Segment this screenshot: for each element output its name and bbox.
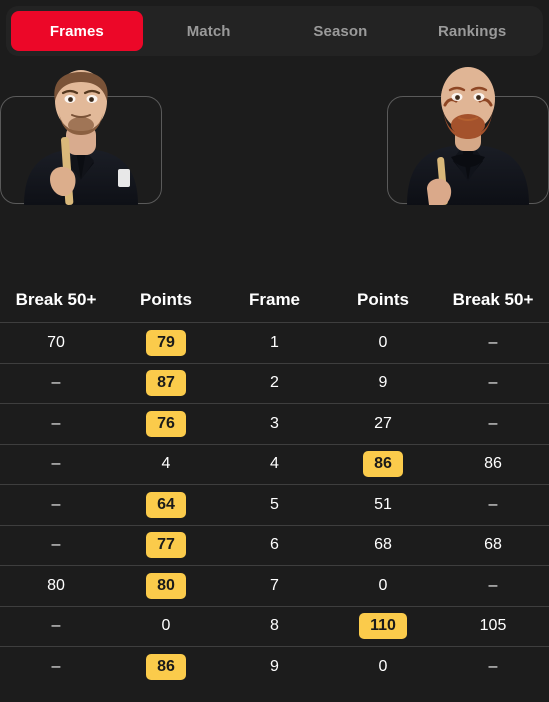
right-points-cell: 9 (378, 374, 388, 392)
left-break-cell: – (51, 617, 61, 635)
frame-number-cell: 2 (270, 374, 279, 392)
frames-table: Break 50+ Points Frame Points Break 50+ 70 79… (0, 278, 549, 687)
right-points-cell: 0 (378, 333, 388, 351)
frame-number-cell: 7 (270, 576, 279, 594)
column-header: Points (357, 290, 409, 309)
column-header: Break 50+ (15, 290, 97, 309)
highlight-badge: 110 (359, 613, 407, 640)
frame-number-cell: 9 (270, 657, 279, 675)
table-row[interactable]: – 86 9 0 – (0, 646, 549, 687)
left-points-cell: 80 (112, 566, 220, 606)
left-break-cell: – (51, 414, 61, 432)
left-points-cell: 0 (161, 617, 171, 635)
left-break-cell: – (51, 455, 61, 473)
left-break-cell: 80 (47, 576, 65, 594)
left-points-cell: 76 (112, 404, 220, 444)
table-row[interactable]: – 0 8 110 105 (0, 605, 549, 647)
highlight-badge: 86 (146, 653, 186, 680)
table-header-row: Break 50+ Points Frame Points Break 50+ (0, 278, 549, 322)
table-row[interactable]: – 64 5 51 – (0, 484, 549, 525)
right-points-cell: 0 (378, 657, 388, 675)
right-points-cell: 0 (378, 576, 388, 594)
left-break-cell: – (51, 374, 61, 392)
highlight-badge: 79 (146, 329, 186, 356)
right-break-cell: – (488, 414, 498, 432)
highlight-badge: 64 (146, 491, 186, 518)
table-row[interactable]: – 76 3 27 – (0, 403, 549, 444)
right-points-cell: 68 (374, 536, 392, 554)
frame-number-cell: 1 (270, 333, 279, 351)
left-break-cell: 70 (47, 333, 65, 351)
tab-match[interactable]: Match (143, 11, 275, 51)
highlight-badge: 80 (146, 572, 186, 599)
right-break-cell: – (488, 657, 498, 675)
left-break-cell: – (51, 536, 61, 554)
right-break-cell: – (488, 374, 498, 392)
highlight-badge: 86 (363, 451, 403, 478)
table-row[interactable]: – 87 2 9 – (0, 362, 549, 404)
column-header: Frame (248, 290, 301, 309)
table-row[interactable]: – 77 6 68 68 (0, 524, 549, 566)
right-points-cell: 27 (374, 414, 392, 432)
left-points-cell: 77 (112, 526, 220, 566)
left-break-cell: – (51, 657, 61, 675)
frame-number-cell: 6 (270, 536, 279, 554)
right-points-cell: 51 (374, 495, 392, 513)
player-photo-left (1, 39, 161, 205)
left-points-cell: 79 (112, 323, 220, 363)
right-break-cell: – (488, 576, 498, 594)
player-card-left[interactable] (0, 70, 162, 205)
frame-number-cell: 5 (270, 495, 279, 513)
frame-number-cell: 8 (270, 617, 279, 635)
left-points-cell: 4 (161, 455, 171, 473)
column-header: Points (140, 290, 192, 309)
left-points-cell: 64 (112, 485, 220, 525)
left-break-cell: – (51, 495, 61, 513)
left-points-cell: 87 (112, 364, 220, 404)
player-photo-right (388, 39, 548, 205)
right-points-cell: 86 (329, 445, 437, 485)
highlight-badge: 77 (146, 532, 186, 559)
left-points-cell: 86 (112, 647, 220, 687)
player-card-right[interactable] (387, 67, 549, 205)
frame-number-cell: 4 (270, 455, 279, 473)
highlight-badge: 87 (146, 370, 186, 397)
right-break-cell: 105 (479, 617, 507, 635)
frame-number-cell: 3 (270, 414, 279, 432)
table-row[interactable]: – 4 4 86 86 (0, 443, 549, 485)
right-break-cell: – (488, 495, 498, 513)
table-row[interactable]: 70 79 1 0 – (0, 322, 549, 363)
highlight-badge: 76 (146, 410, 186, 437)
table-body: 70 79 1 0– –87 2 9– –76 3 27– –4 4 86 86–64 5 51– –77 6 68… (0, 322, 549, 687)
players-section (0, 60, 549, 278)
right-break-cell: – (488, 333, 498, 351)
table-row[interactable]: 80 80 7 0 – (0, 565, 549, 606)
right-points-cell: 110 (329, 607, 437, 647)
column-header: Break 50+ (452, 290, 534, 309)
right-break-cell: 86 (484, 455, 502, 473)
tab-season[interactable]: Season (275, 11, 407, 51)
right-break-cell: 68 (484, 536, 502, 554)
